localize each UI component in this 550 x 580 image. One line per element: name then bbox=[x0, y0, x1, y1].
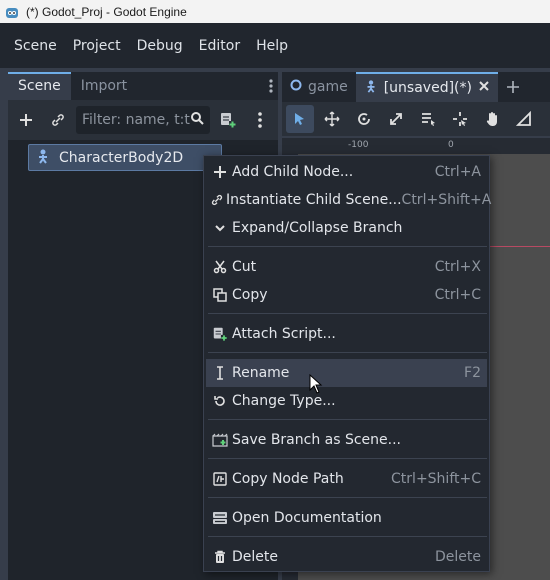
trash-icon bbox=[210, 550, 230, 564]
scale-tool-icon[interactable] bbox=[382, 105, 410, 133]
ruler-label: 0 bbox=[448, 140, 454, 150]
tree-node-root[interactable]: CharacterBody2D bbox=[28, 144, 222, 171]
menu-project[interactable]: Project bbox=[65, 31, 129, 61]
node-path-icon bbox=[210, 472, 230, 486]
rotate-tool-icon[interactable] bbox=[350, 105, 378, 133]
godot-logo-icon bbox=[4, 4, 20, 20]
move-tool-icon[interactable] bbox=[318, 105, 346, 133]
menu-separator bbox=[208, 458, 487, 459]
editor-tab-bar: game [unsaved](*) bbox=[282, 72, 550, 102]
list-select-icon[interactable] bbox=[414, 105, 442, 133]
save-branch-icon bbox=[210, 433, 230, 447]
text-cursor-icon bbox=[210, 366, 230, 380]
filter-placeholder: Filter: name, t:t bbox=[82, 112, 190, 128]
menu-separator bbox=[208, 497, 487, 498]
menu-separator bbox=[208, 313, 487, 314]
menu-item-open-documentation[interactable]: Open Documentation bbox=[206, 504, 487, 532]
copy-icon bbox=[210, 288, 230, 302]
window-title-bar: (*) Godot_Proj - Godot Engine bbox=[0, 0, 550, 23]
select-tool-icon[interactable] bbox=[286, 105, 314, 133]
character-body-icon bbox=[35, 148, 51, 168]
node-filter-input[interactable]: Filter: name, t:t bbox=[76, 106, 210, 134]
menu-item-change-type[interactable]: Change Type... bbox=[206, 387, 487, 415]
ruler-tool-icon[interactable] bbox=[510, 105, 538, 133]
tab-unsaved-label: [unsaved](*) bbox=[383, 80, 472, 96]
horizontal-ruler: -100 0 bbox=[282, 138, 550, 154]
scene-circle-icon bbox=[290, 79, 302, 95]
script-add-icon bbox=[210, 326, 230, 342]
attach-script-button[interactable] bbox=[214, 106, 242, 134]
menu-scene[interactable]: Scene bbox=[6, 31, 65, 61]
instantiate-scene-button[interactable] bbox=[44, 106, 72, 134]
menu-separator bbox=[208, 536, 487, 537]
menu-item-instantiate-child-scene[interactable]: Instantiate Child Scene... Ctrl+Shift+A bbox=[206, 186, 491, 214]
menu-item-save-branch-as-scene[interactable]: Save Branch as Scene... bbox=[206, 426, 487, 454]
pivot-tool-icon[interactable] bbox=[446, 105, 474, 133]
tab-game[interactable]: game bbox=[282, 72, 356, 102]
menu-editor[interactable]: Editor bbox=[191, 31, 248, 61]
mouse-cursor-icon bbox=[309, 373, 323, 398]
menu-item-add-child-node[interactable]: Add Child Node... Ctrl+A bbox=[206, 158, 487, 186]
menu-separator bbox=[208, 419, 487, 420]
pan-hand-icon[interactable] bbox=[478, 105, 506, 133]
menu-help[interactable]: Help bbox=[248, 31, 296, 61]
menu-item-expand-collapse-branch[interactable]: Expand/Collapse Branch bbox=[206, 214, 487, 242]
menu-separator bbox=[208, 352, 487, 353]
tab-scene[interactable]: Scene bbox=[8, 72, 71, 100]
character-body-icon bbox=[364, 79, 378, 97]
menu-item-copy[interactable]: Copy Ctrl+C bbox=[206, 281, 487, 309]
new-tab-button[interactable] bbox=[498, 72, 528, 102]
search-icon bbox=[190, 111, 204, 129]
tab-game-label: game bbox=[308, 79, 348, 95]
menu-item-copy-node-path[interactable]: Copy Node Path Ctrl+Shift+C bbox=[206, 465, 487, 493]
main-menu-bar: Scene Project Debug Editor Help bbox=[0, 23, 550, 68]
menu-debug[interactable]: Debug bbox=[129, 31, 191, 61]
menu-item-rename[interactable]: Rename F2 bbox=[206, 359, 487, 387]
doc-icon bbox=[210, 511, 230, 525]
tab-unsaved[interactable]: [unsaved](*) bbox=[355, 72, 498, 102]
canvas-toolbar bbox=[282, 102, 550, 136]
scene-toolbar: Filter: name, t:t bbox=[8, 100, 278, 140]
ruler-label: -100 bbox=[348, 140, 369, 150]
tab-import[interactable]: Import bbox=[71, 72, 137, 100]
node-context-menu: Add Child Node... Ctrl+A Instantiate Chi… bbox=[203, 155, 491, 572]
scene-tree-options-icon[interactable] bbox=[246, 106, 274, 134]
scissors-icon bbox=[210, 260, 230, 274]
close-icon[interactable] bbox=[478, 80, 490, 96]
menu-item-cut[interactable]: Cut Ctrl+X bbox=[206, 253, 487, 281]
link-icon bbox=[210, 193, 224, 207]
plus-icon bbox=[210, 165, 230, 179]
dock-tab-bar: Scene Import bbox=[8, 72, 278, 100]
window-title: (*) Godot_Proj - Godot Engine bbox=[26, 4, 187, 19]
dock-options-icon[interactable] bbox=[266, 78, 276, 94]
tree-node-label: CharacterBody2D bbox=[59, 149, 184, 166]
chevron-down-icon bbox=[210, 222, 230, 234]
add-node-button[interactable] bbox=[12, 106, 40, 134]
menu-separator bbox=[208, 246, 487, 247]
rotate-icon bbox=[210, 394, 230, 408]
menu-item-delete[interactable]: Delete Delete bbox=[206, 543, 487, 571]
menu-item-attach-script[interactable]: Attach Script... bbox=[206, 320, 487, 348]
